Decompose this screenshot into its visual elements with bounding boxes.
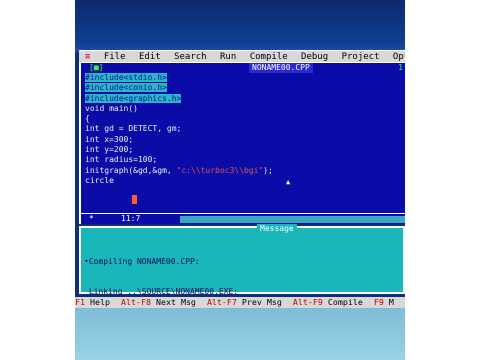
code-line[interactable]: #include<stdio.h> [85, 73, 403, 83]
menu-run[interactable]: Run [220, 52, 236, 62]
code-text: int y=200; [85, 145, 134, 155]
code-line[interactable]: int y=200; [85, 145, 403, 155]
mouse-pointer-icon: ▲ [286, 178, 291, 186]
menu-debug[interactable]: Debug [301, 52, 328, 62]
code-line[interactable]: int x=300; [85, 135, 403, 145]
code-line[interactable]: int gd = DETECT, gm; [85, 124, 403, 134]
code-text: #include<conio.h> [85, 83, 167, 93]
code-text: #include<graphics.h> [85, 93, 182, 103]
window-number: 1 [396, 63, 405, 73]
message-line[interactable]: •Compiling NONAME00.CPP: [84, 257, 238, 267]
code-text: initgraph(&gd,&gm, "c:\\turboc3\\bgi"); [85, 165, 273, 175]
scrollbar-thumb[interactable] [173, 216, 180, 223]
message-window[interactable]: Message •Compiling NONAME00.CPP: Linking… [79, 224, 405, 297]
menu-compile[interactable]: Compile [250, 52, 288, 62]
string-literal: "c:\\turboc3\\bgi" [176, 165, 264, 175]
code-area[interactable]: #include<stdio.h> #include<conio.h> #inclu… [85, 73, 403, 186]
menu-file[interactable]: File [104, 52, 126, 62]
menu-search[interactable]: Search [174, 52, 207, 62]
code-line[interactable]: #include<conio.h> [85, 83, 403, 93]
code-line[interactable]: { [85, 114, 403, 124]
code-text: int radius=100; [85, 155, 158, 165]
status-help[interactable]: F1 Help [75, 297, 110, 307]
menu-project[interactable]: Project [342, 52, 380, 62]
editor-window[interactable]: [■] NONAME00.CPP 1 #include<stdio.h> #inc… [79, 62, 405, 224]
editor-title-bar: [■] NONAME00.CPP 1 [81, 62, 405, 73]
status-bar: F1 Help Alt-F8 Next Msg Alt-F7 Prev Msg … [75, 297, 405, 308]
modified-marker: * [89, 214, 94, 223]
code-line[interactable]: #include<graphics.h> [85, 93, 403, 104]
status-compile[interactable]: Alt-F9 Compile [293, 297, 363, 307]
message-line[interactable]: Linking ..\SOURCE\NONAME00.EXE: [84, 287, 238, 297]
editor-status-line: * 11:7 [81, 213, 405, 224]
code-text: circle [85, 175, 114, 185]
menu-options[interactable]: Options [393, 52, 405, 62]
code-line[interactable]: initgraph(&gd,&gm, "c:\\turboc3\\bgi"); [85, 166, 403, 176]
code-text: void main() [85, 103, 138, 113]
close-box-icon[interactable]: [■] [87, 63, 106, 73]
code-text: int gd = DETECT, gm; [85, 124, 182, 134]
system-menu-icon[interactable]: ≡ [85, 52, 90, 62]
code-text: { [85, 114, 90, 124]
code-line[interactable]: circle [85, 176, 403, 186]
text-cursor [132, 195, 137, 204]
code-line[interactable]: void main() [85, 104, 403, 114]
dos-screen: ≡ File Edit Search Run Compile Debug Pro… [75, 0, 405, 360]
code-text: int x=300; [85, 134, 134, 144]
status-next-msg[interactable]: Alt-F8 Next Msg [121, 297, 196, 307]
status-make[interactable]: F9 M [374, 297, 394, 307]
message-title: Message [257, 224, 297, 234]
code-text: #include<stdio.h> [85, 73, 167, 82]
editor-filename: NONAME00.CPP [249, 63, 313, 73]
horizontal-scrollbar[interactable] [173, 216, 405, 223]
backdrop [75, 308, 405, 360]
status-prev-msg[interactable]: Alt-F7 Prev Msg [207, 297, 282, 307]
cursor-position: 11:7 [119, 214, 143, 224]
code-line[interactable]: int radius=100; [85, 155, 403, 165]
menu-edit[interactable]: Edit [139, 52, 161, 62]
